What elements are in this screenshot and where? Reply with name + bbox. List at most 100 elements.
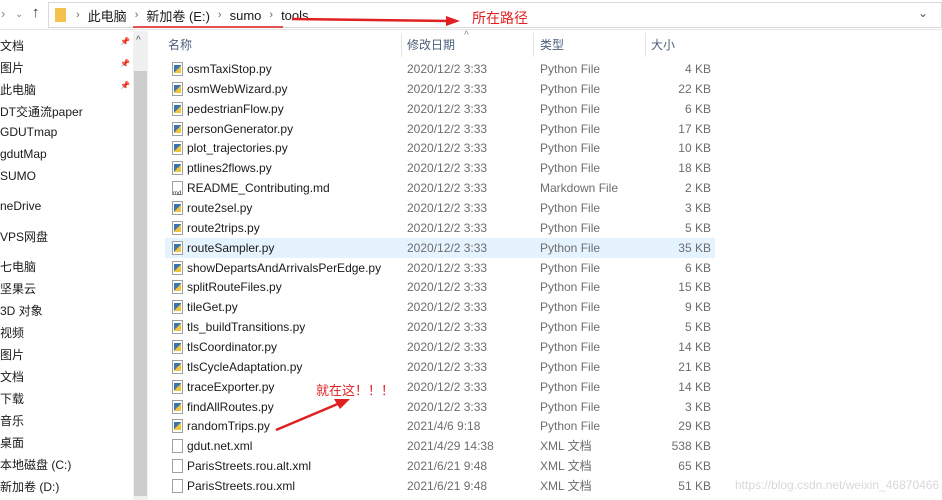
chevron-right-icon[interactable]: › [269, 9, 273, 21]
file-row[interactable]: showDepartsAndArrivalsPerEdge.py 2020/12… [165, 258, 715, 278]
pin-icon[interactable]: 📌 [120, 37, 130, 46]
file-row[interactable]: tlsCoordinator.py 2020/12/2 3:33 Python … [165, 337, 715, 357]
chevron-right-icon[interactable]: › [76, 9, 80, 21]
file-row[interactable]: osmTaxiStop.py 2020/12/2 3:33 Python Fil… [165, 59, 715, 79]
navigation-bar: › ⌄ ↑ › 此电脑 › 新加卷 (E:) › sumo › tools ⌄ [0, 0, 942, 30]
sidebar-scrollbar[interactable]: ^ [133, 31, 148, 500]
sidebar-item[interactable]: 此电脑 [0, 81, 36, 98]
address-dropdown-icon[interactable]: ⌄ [918, 6, 928, 20]
sidebar-item[interactable]: 坚果云 [0, 280, 36, 297]
file-row[interactable]: findAllRoutes.py 2020/12/2 3:33 Python F… [165, 397, 715, 417]
file-row[interactable]: README_Contributing.md 2020/12/2 3:33 Ma… [165, 178, 715, 198]
file-row[interactable]: osmWebWizard.py 2020/12/2 3:33 Python Fi… [165, 79, 715, 99]
breadcrumb-tools[interactable]: tools [281, 8, 308, 23]
file-size: 65 KB [678, 456, 711, 476]
file-name: splitRouteFiles.py [187, 277, 282, 297]
column-header-size[interactable]: 大小 [651, 33, 675, 57]
file-date: 2020/12/2 3:33 [407, 397, 487, 417]
file-name: tlsCoordinator.py [187, 337, 277, 357]
chevron-right-icon[interactable]: › [135, 9, 139, 21]
file-size: 5 KB [685, 317, 711, 337]
file-row[interactable]: splitRouteFiles.py 2020/12/2 3:33 Python… [165, 277, 715, 297]
breadcrumb-sumo[interactable]: sumo [230, 8, 262, 23]
file-row[interactable]: traceExporter.py 2020/12/2 3:33 Python F… [165, 377, 715, 397]
sidebar-item[interactable]: neDrive [0, 199, 41, 213]
file-row[interactable]: personGenerator.py 2020/12/2 3:33 Python… [165, 119, 715, 139]
column-divider[interactable] [533, 33, 534, 57]
column-header-date[interactable]: 修改日期 [407, 33, 455, 57]
sidebar-item[interactable]: 文档 [0, 368, 24, 385]
sidebar-item[interactable]: 图片 [0, 59, 24, 76]
column-header-type[interactable]: 类型 [540, 33, 564, 57]
file-name: plot_trajectories.py [187, 138, 288, 158]
file-row[interactable]: routeSampler.py 2020/12/2 3:33 Python Fi… [165, 238, 715, 258]
file-row[interactable]: randomTrips.py 2021/4/6 9:18 Python File… [165, 416, 715, 436]
file-size: 9 KB [685, 297, 711, 317]
file-date: 2020/12/2 3:33 [407, 317, 487, 337]
file-type: XML 文档 [540, 456, 592, 476]
file-name: routeSampler.py [187, 238, 274, 258]
xml-file-icon [172, 439, 183, 453]
sidebar-item[interactable]: DT交通流paper [0, 103, 83, 120]
chevron-right-icon[interactable]: › [218, 9, 222, 21]
sidebar-item[interactable]: 3D 对象 [0, 302, 43, 319]
file-size: 6 KB [685, 258, 711, 278]
column-header-name[interactable]: 名称 [168, 33, 192, 57]
file-size: 17 KB [678, 119, 711, 139]
recent-dropdown-icon[interactable]: ⌄ [15, 9, 23, 20]
pin-icon[interactable]: 📌 [120, 59, 130, 68]
sidebar-item[interactable]: VPS网盘 [0, 228, 48, 245]
file-type: XML 文档 [540, 436, 592, 456]
py-file-icon [172, 161, 183, 175]
file-date: 2020/12/2 3:33 [407, 158, 487, 178]
forward-icon[interactable]: › [1, 6, 5, 21]
py-file-icon [172, 340, 183, 354]
column-divider[interactable] [401, 33, 402, 57]
sidebar-item[interactable]: 桌面 [0, 434, 24, 451]
up-arrow-icon[interactable]: ↑ [32, 4, 40, 21]
breadcrumb-this-pc[interactable]: 此电脑 [88, 6, 127, 25]
breadcrumb-drive-e[interactable]: 新加卷 (E:) [146, 6, 210, 25]
sidebar-item[interactable]: 新加卷 (D:) [0, 478, 59, 495]
sidebar-item[interactable]: 视频 [0, 324, 24, 341]
file-row[interactable]: gdut.net.xml 2021/4/29 14:38 XML 文档 538 … [165, 436, 715, 456]
sidebar-item[interactable]: SUMO [0, 169, 36, 183]
file-name: gdut.net.xml [187, 436, 252, 456]
sidebar-item[interactable]: 七电脑 [0, 258, 36, 275]
file-size: 29 KB [678, 416, 711, 436]
py-file-icon [172, 300, 183, 314]
file-row[interactable]: ParisStreets.rou.xml 2021/6/21 9:48 XML … [165, 476, 715, 496]
file-name: pedestrianFlow.py [187, 99, 284, 119]
sidebar-item[interactable]: 本地磁盘 (C:) [0, 456, 71, 473]
file-date: 2020/12/2 3:33 [407, 357, 487, 377]
xml-file-icon [172, 479, 183, 493]
sidebar-item[interactable]: GDUTmap [0, 125, 57, 139]
file-row[interactable]: plot_trajectories.py 2020/12/2 3:33 Pyth… [165, 138, 715, 158]
sidebar-item[interactable]: 文档 [0, 37, 24, 54]
file-type: Python File [540, 297, 600, 317]
sidebar-item[interactable]: 图片 [0, 346, 24, 363]
file-name: osmTaxiStop.py [187, 59, 272, 79]
file-type: Python File [540, 337, 600, 357]
py-file-icon [172, 221, 183, 235]
scrollbar-thumb[interactable] [134, 71, 147, 496]
file-row[interactable]: tls_buildTransitions.py 2020/12/2 3:33 P… [165, 317, 715, 337]
file-row[interactable]: tileGet.py 2020/12/2 3:33 Python File 9 … [165, 297, 715, 317]
file-row[interactable]: ptlines2flows.py 2020/12/2 3:33 Python F… [165, 158, 715, 178]
column-divider[interactable] [645, 33, 646, 57]
file-row[interactable]: pedestrianFlow.py 2020/12/2 3:33 Python … [165, 99, 715, 119]
file-type: Python File [540, 238, 600, 258]
sidebar-item[interactable]: 下载 [0, 390, 24, 407]
sidebar-item[interactable]: 音乐 [0, 412, 24, 429]
scroll-up-icon[interactable]: ^ [136, 35, 141, 46]
file-row[interactable]: tlsCycleAdaptation.py 2020/12/2 3:33 Pyt… [165, 357, 715, 377]
file-date: 2020/12/2 3:33 [407, 258, 487, 278]
pin-icon[interactable]: 📌 [120, 81, 130, 90]
py-file-icon [172, 419, 183, 433]
sidebar-item[interactable]: gdutMap [0, 147, 47, 161]
file-size: 18 KB [678, 158, 711, 178]
file-row[interactable]: route2sel.py 2020/12/2 3:33 Python File … [165, 198, 715, 218]
file-row[interactable]: route2trips.py 2020/12/2 3:33 Python Fil… [165, 218, 715, 238]
file-row[interactable]: ParisStreets.rou.alt.xml 2021/6/21 9:48 … [165, 456, 715, 476]
file-date: 2020/12/2 3:33 [407, 238, 487, 258]
